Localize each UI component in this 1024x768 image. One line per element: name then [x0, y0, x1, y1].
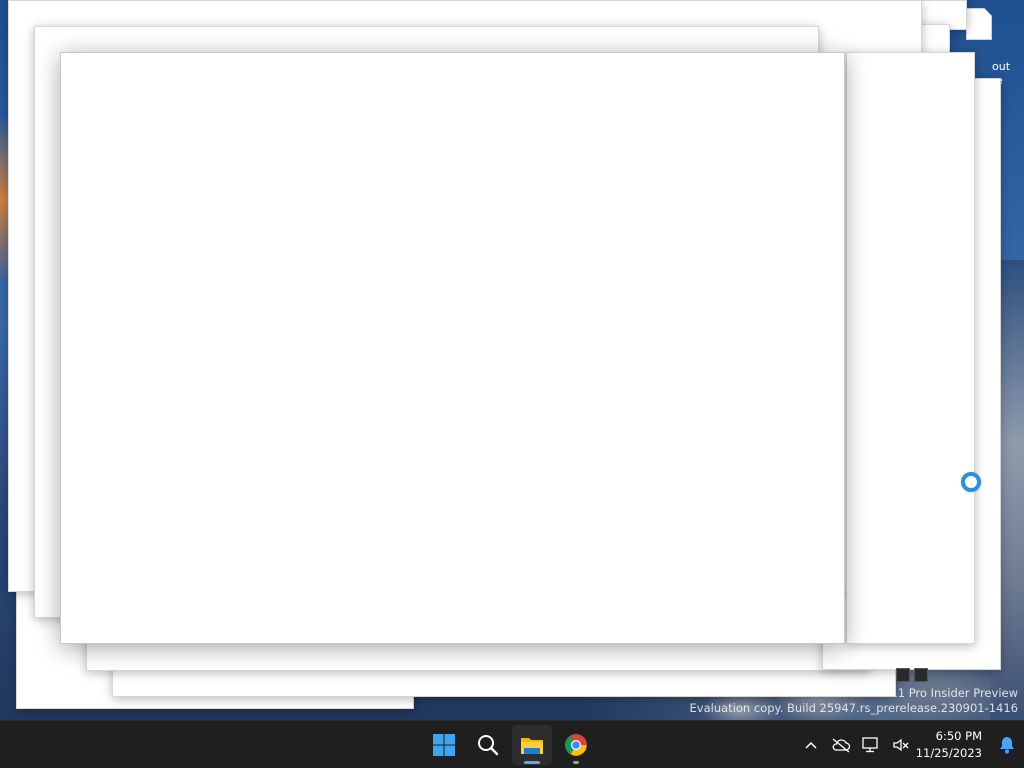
network-icon — [862, 737, 878, 753]
desktop-watermark-build: Evaluation copy. Build 25947.rs_prerelea… — [689, 701, 1018, 715]
chrome-button[interactable] — [556, 725, 596, 765]
clock-button[interactable]: 6:50 PM 11/25/2023 — [916, 725, 990, 765]
file-explorer-button[interactable] — [512, 725, 552, 765]
desktop-wallpaper: out e s 11 Pro Insider Preview Evaluatio… — [0, 0, 1024, 720]
volume-button[interactable] — [886, 725, 916, 765]
volume-muted-icon — [893, 738, 909, 752]
clock-date: 11/25/2023 — [915, 746, 982, 760]
chevron-up-icon — [805, 741, 817, 749]
system-tray: 6:50 PM 11/25/2023 — [796, 721, 1024, 768]
window-back-frame[interactable] — [846, 52, 975, 644]
folder-icon — [521, 738, 543, 754]
start-button[interactable] — [424, 725, 464, 765]
document-icon — [966, 8, 992, 40]
windows-logo-icon — [433, 734, 455, 756]
search-button[interactable] — [468, 725, 508, 765]
cloud-offline-icon — [832, 738, 851, 753]
show-hidden-icons-button[interactable] — [796, 725, 826, 765]
active-app-indicator — [524, 761, 540, 764]
desktop-edge-text: out — [992, 60, 1011, 73]
list-view-icon[interactable] — [896, 668, 910, 682]
onedrive-button[interactable] — [826, 725, 856, 765]
taskbar-pinned-apps — [424, 721, 596, 768]
window-blank-front[interactable] — [60, 52, 845, 644]
notification-center-button[interactable] — [990, 725, 1024, 765]
taskbar: 6:50 PM 11/25/2023 — [0, 720, 1024, 768]
tile-view-icon[interactable] — [914, 668, 928, 682]
desktop-watermark-edition: s 11 Pro Insider Preview — [880, 686, 1018, 700]
loading-spinner-icon — [961, 472, 981, 492]
bell-icon — [1000, 737, 1014, 754]
clock-time: 6:50 PM — [935, 729, 982, 743]
window-mini-controls — [896, 668, 928, 682]
running-app-indicator — [573, 761, 579, 764]
search-icon — [478, 735, 499, 756]
chrome-icon — [565, 734, 587, 756]
network-button[interactable] — [856, 725, 886, 765]
